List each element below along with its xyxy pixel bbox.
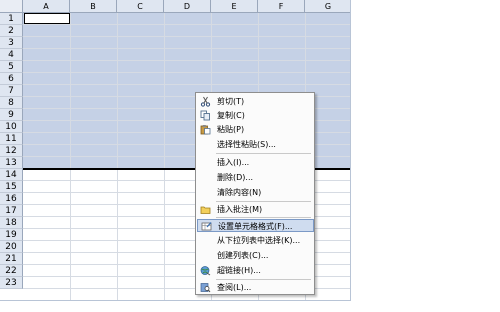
column-header-a[interactable]: A <box>23 0 70 13</box>
column-header-f[interactable]: F <box>258 0 305 13</box>
menu-item-label: 剪切(T) <box>217 97 245 106</box>
menu-item-insert-comment[interactable]: 插入批注(M) <box>197 203 314 216</box>
row-header-15[interactable]: 15 <box>0 181 23 193</box>
row-header-3[interactable]: 3 <box>0 37 23 49</box>
row-header-5[interactable]: 5 <box>0 61 23 73</box>
row-header-23[interactable]: 23 <box>0 277 23 289</box>
research-book-icon <box>200 283 211 293</box>
menu-item-label: 粘贴(P) <box>217 125 245 134</box>
grid-line <box>23 48 350 49</box>
scissors-icon <box>200 96 211 107</box>
row-header-12[interactable]: 12 <box>0 145 23 157</box>
menu-item-clear-contents[interactable]: 清除内容(N) <box>197 186 314 199</box>
menu-separator <box>216 201 311 202</box>
menu-separator <box>216 153 311 154</box>
menu-item-label: 复制(C) <box>217 111 245 120</box>
menu-item-delete[interactable]: 删除(D)... <box>197 171 314 184</box>
menu-item-label: 清除内容(N) <box>217 188 262 197</box>
menu-separator <box>216 279 311 280</box>
row-header-8[interactable]: 8 <box>0 97 23 109</box>
select-all-corner[interactable] <box>0 0 23 13</box>
menu-item-paste[interactable]: 粘贴(P) <box>197 123 314 136</box>
menu-item-cut[interactable]: 剪切(T) <box>197 95 314 108</box>
row-header-16[interactable]: 16 <box>0 193 23 205</box>
grid-line <box>23 84 350 85</box>
row-header-22[interactable]: 22 <box>0 265 23 277</box>
row-header-14[interactable]: 14 <box>0 169 23 181</box>
menu-item-label: 查阅(L)... <box>217 283 252 292</box>
menu-item-lookup[interactable]: 查阅(L)... <box>197 281 314 294</box>
menu-item-pick-from-list[interactable]: 从下拉列表中选择(K)... <box>197 234 314 247</box>
row-header-21[interactable]: 21 <box>0 253 23 265</box>
menu-item-label: 插入(I)... <box>217 158 250 167</box>
row-header-7[interactable]: 7 <box>0 85 23 97</box>
row-header-17[interactable]: 17 <box>0 205 23 217</box>
row-header-6[interactable]: 6 <box>0 73 23 85</box>
menu-item-insert[interactable]: 插入(I)... <box>197 156 314 169</box>
row-header-1[interactable]: 1 <box>0 13 23 25</box>
menu-item-label: 选择性粘贴(S)... <box>217 140 276 149</box>
column-header-b[interactable]: B <box>70 0 117 13</box>
format-cells-icon <box>201 222 212 231</box>
column-header-c[interactable]: C <box>117 0 164 13</box>
row-header-11[interactable]: 11 <box>0 133 23 145</box>
context-menu: 剪切(T) 复制(C) 粘贴(P) 选择性粘贴(S)... 插入(I)... 删… <box>195 92 315 295</box>
column-header-e[interactable]: E <box>211 0 258 13</box>
row-header-2[interactable]: 2 <box>0 25 23 37</box>
menu-separator <box>216 217 311 218</box>
copy-icon <box>200 110 210 121</box>
menu-item-label: 删除(D)... <box>217 173 254 182</box>
comment-folder-icon <box>200 206 211 214</box>
menu-item-format-cells[interactable]: 设置单元格格式(F)... <box>197 219 314 232</box>
menu-item-label: 设置单元格格式(F)... <box>218 222 293 231</box>
row-header-18[interactable]: 18 <box>0 217 23 229</box>
grid-line <box>23 36 350 37</box>
grid-line <box>23 72 350 73</box>
grid-line <box>23 60 350 61</box>
row-header-20[interactable]: 20 <box>0 241 23 253</box>
menu-item-hyperlink[interactable]: 超链接(H)... <box>197 264 314 277</box>
active-cell-a1[interactable] <box>24 13 70 24</box>
menu-item-copy[interactable]: 复制(C) <box>197 109 314 122</box>
row-header-19[interactable]: 19 <box>0 229 23 241</box>
paste-icon <box>200 125 211 135</box>
column-header-d[interactable]: D <box>164 0 211 13</box>
column-header-g[interactable]: G <box>305 0 350 13</box>
menu-item-create-list[interactable]: 创建列表(C)... <box>197 249 314 262</box>
menu-item-label: 从下拉列表中选择(K)... <box>217 236 301 245</box>
row-header-4[interactable]: 4 <box>0 49 23 61</box>
hyperlink-globe-icon <box>200 266 211 276</box>
menu-item-label: 超链接(H)... <box>217 266 261 275</box>
menu-item-label: 插入批注(M) <box>217 205 263 214</box>
menu-item-label: 创建列表(C)... <box>217 251 269 260</box>
row-header-10[interactable]: 10 <box>0 121 23 133</box>
menu-item-paste-special[interactable]: 选择性粘贴(S)... <box>197 138 314 151</box>
grid-line <box>23 24 350 25</box>
row-header-9[interactable]: 9 <box>0 109 23 121</box>
row-header-13[interactable]: 13 <box>0 157 23 169</box>
grid-line <box>23 300 350 301</box>
